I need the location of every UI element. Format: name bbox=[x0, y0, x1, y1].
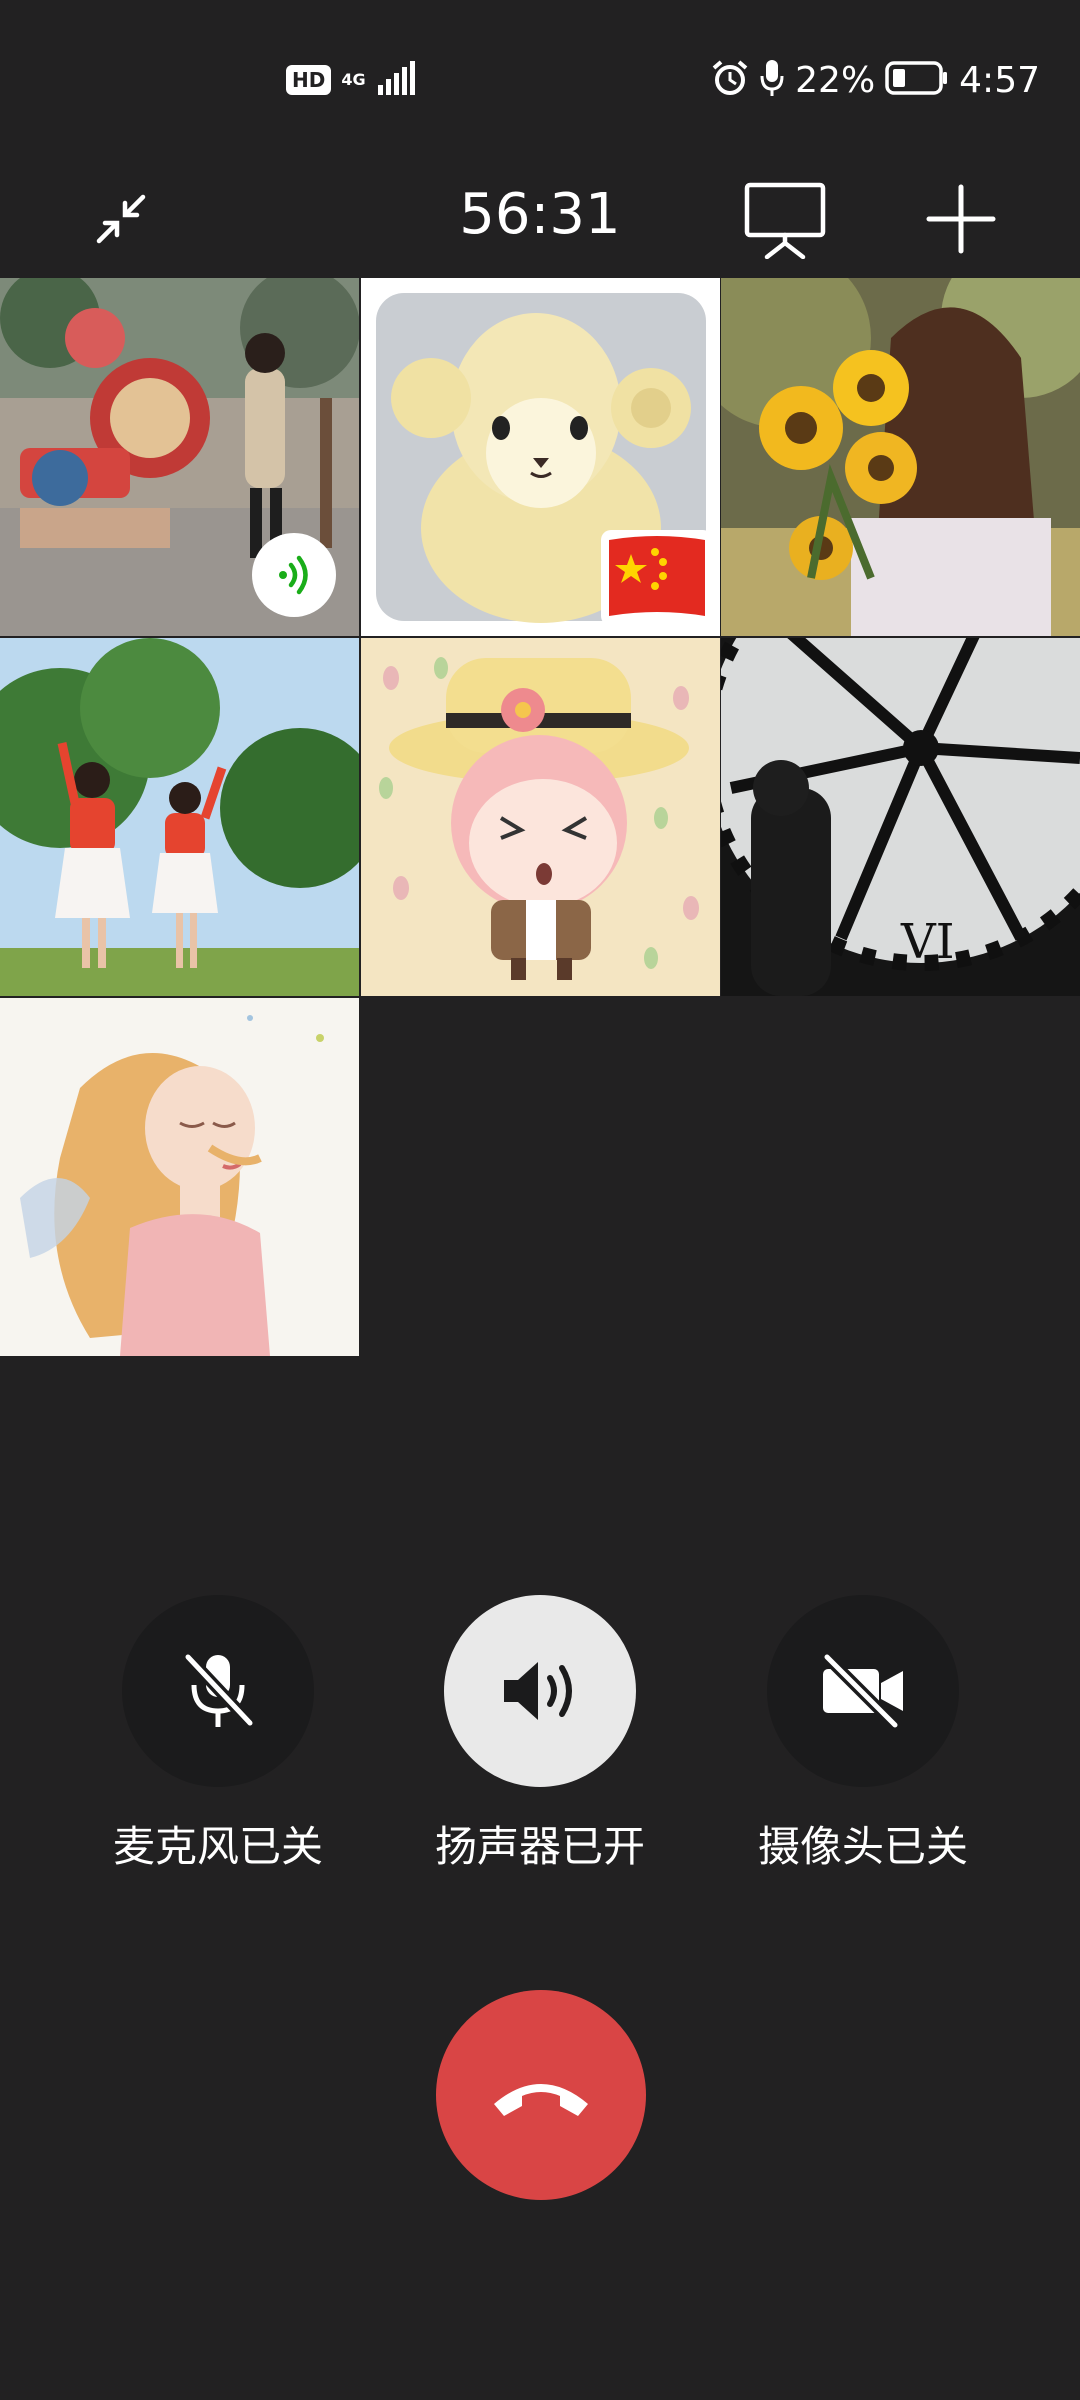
mic-status-icon bbox=[759, 58, 785, 102]
participant-tile[interactable] bbox=[721, 278, 1080, 636]
camera-status-label: 摄像头已关 bbox=[757, 1822, 968, 1871]
screen-share-icon[interactable] bbox=[740, 174, 830, 264]
network-type: 4G bbox=[341, 70, 366, 89]
speaker-status-label: 扬声器已开 bbox=[434, 1822, 645, 1871]
battery-icon bbox=[885, 61, 949, 99]
status-bar: HD 4G 22% 4:57 bbox=[0, 0, 1080, 160]
signal-icon bbox=[376, 61, 416, 99]
participant-tile[interactable] bbox=[0, 998, 359, 1356]
mic-toggle-button[interactable] bbox=[122, 1595, 314, 1787]
status-left: HD 4G bbox=[286, 56, 416, 104]
camera-off-icon bbox=[822, 1653, 903, 1729]
speaker-control: 扬声器已开 bbox=[410, 1595, 670, 1874]
add-participant-icon[interactable] bbox=[916, 174, 1006, 264]
speaking-indicator-icon bbox=[252, 533, 336, 617]
hang-up-button[interactable] bbox=[436, 1990, 646, 2200]
call-header: 56:31 bbox=[0, 160, 1080, 280]
china-flag-icon bbox=[601, 530, 713, 626]
hang-up-phone-icon bbox=[494, 2084, 588, 2116]
call-controls: 麦克风已关 扬声器已开 摄像头已关 bbox=[0, 1595, 1080, 1895]
speaker-on-icon bbox=[504, 1662, 572, 1720]
battery-percent: 22% bbox=[795, 59, 876, 101]
mic-control: 麦克风已关 bbox=[88, 1595, 348, 1874]
speaker-toggle-button[interactable] bbox=[444, 1595, 636, 1787]
participant-tile[interactable]: VI bbox=[721, 638, 1080, 996]
alarm-icon bbox=[711, 59, 749, 101]
status-right: 22% 4:57 bbox=[711, 56, 1040, 104]
clock: 4:57 bbox=[959, 59, 1040, 101]
svg-text:VI: VI bbox=[900, 914, 955, 970]
mic-status-label: 麦克风已关 bbox=[112, 1822, 323, 1871]
mic-off-icon bbox=[183, 1652, 255, 1728]
participant-tile[interactable] bbox=[361, 278, 720, 636]
participant-tile[interactable] bbox=[0, 638, 359, 996]
participant-tile[interactable] bbox=[0, 278, 359, 636]
hd-badge: HD bbox=[286, 65, 332, 95]
camera-control: 摄像头已关 bbox=[733, 1595, 993, 1874]
participant-tile[interactable] bbox=[361, 638, 720, 996]
camera-toggle-button[interactable] bbox=[767, 1595, 959, 1787]
